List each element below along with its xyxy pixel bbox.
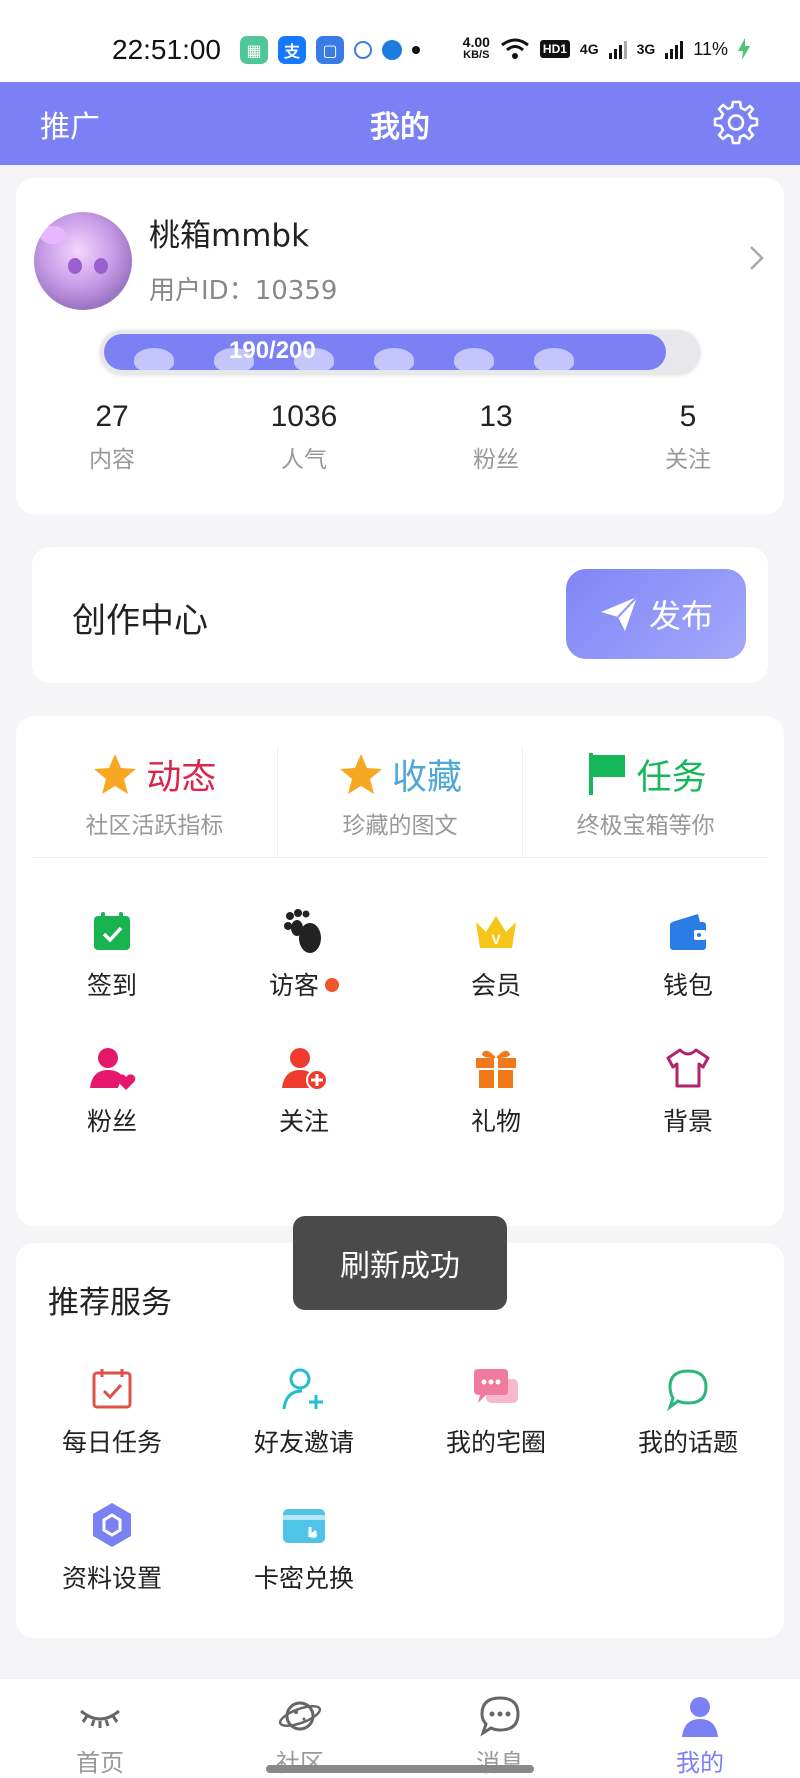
service-my-topics[interactable]: 我的话题 [592,1343,784,1479]
stat-content[interactable]: 27 内容 [16,400,208,474]
feature-activity[interactable]: 动态 社区活跃指标 [32,746,278,857]
quick-action-background[interactable]: 背景 [592,1022,784,1158]
status-time: 22:51:00 [112,34,221,65]
dot-circle-icon [382,40,402,60]
hd-badge: HD1 [539,40,570,58]
visitor-badge [325,978,339,992]
username: 桃箱mmbk [149,218,310,254]
stat-popularity[interactable]: 1036 人气 [208,400,400,474]
creation-center-card: 创作中心 发布 [32,547,768,683]
level-progress-fill: 190/200 [104,334,667,370]
gear-icon[interactable] [712,98,760,146]
quick-action-wallet[interactable]: 钱包 [592,886,784,1022]
ring-icon [354,41,372,59]
hexagon-settings-icon [93,1503,131,1547]
status-right: 4.00 KB/S HD1 4G 3G 11% [462,34,750,62]
eye-lash-icon [80,1709,120,1728]
stat-fans[interactable]: 13 粉丝 [400,400,592,474]
signal-bars-icon [608,41,627,59]
crown-icon: V [476,916,516,948]
star-icon [94,754,137,794]
card-icon [283,1509,325,1543]
service-my-circle[interactable]: 我的宅圈 [400,1343,592,1479]
signal-3g: 3G [636,41,656,57]
tab-community[interactable]: 社区 [200,1679,400,1778]
user-heart-icon [90,1048,136,1090]
page-title: 我的 [370,110,430,145]
signal-4g: 4G [579,41,599,57]
service-card-redeem[interactable]: 卡密兑换 [208,1479,400,1615]
wifi-icon [500,38,529,59]
quick-action-follow[interactable]: 关注 [208,1022,400,1158]
service-daily-tasks[interactable]: 每日任务 [16,1343,208,1479]
app-notification-icon: ▦ [240,36,268,64]
features-card: 动态 社区活跃指标 收藏 珍藏的图文 任务 终极宝箱等你 签到 访客 V 会员 … [16,716,784,1226]
feature-tasks[interactable]: 任务 终极宝箱等你 [523,746,768,857]
paper-plane-icon [600,596,638,631]
refresh-toast: 刷新成功 [293,1216,507,1310]
feature-row: 动态 社区活跃指标 收藏 珍藏的图文 任务 终极宝箱等你 [32,746,768,858]
tab-messages[interactable]: 消息 [400,1679,600,1778]
message-icon [480,1696,520,1737]
battery-percent: 11% [693,38,728,59]
service-invite-friends[interactable]: 好友邀请 [208,1343,400,1479]
user-invite-icon [282,1368,323,1410]
svg-text:V: V [491,931,501,947]
level-progress-text: 190/200 [229,337,316,364]
net-speed: 4.00 KB/S [462,34,490,61]
services-title: 推荐服务 [48,1285,172,1321]
avatar[interactable] [34,212,132,310]
quick-action-vip[interactable]: V 会员 [400,886,592,1022]
tab-mine[interactable]: 我的 [600,1679,800,1778]
bottom-tab-bar: 首页 社区 消息 我的 [0,1678,800,1778]
alipay-icon: 支 [278,36,306,64]
quick-action-checkin[interactable]: 签到 [16,886,208,1022]
service-profile-settings[interactable]: 资料设置 [16,1479,208,1615]
user-id: 用户ID：10359 [149,276,338,306]
charging-icon [738,38,750,60]
quick-action-gift[interactable]: 礼物 [400,1022,592,1158]
tshirt-icon [666,1048,710,1088]
chevron-right-icon[interactable] [748,244,766,272]
status-bar: 22:51:00 ▦ 支 ▢ 4.00 KB/S HD1 4G 3G 11% [0,0,800,82]
speech-bubble-icon [667,1369,708,1412]
user-add-icon [282,1048,328,1091]
profile-stats: 27 内容 1036 人气 13 粉丝 5 关注 [16,400,784,474]
feature-favorites[interactable]: 收藏 珍藏的图文 [278,746,524,857]
profile-card[interactable]: 桃箱mmbk 用户ID：10359 190/200 27 内容 1036 人气 … [16,178,784,514]
notification-dot-icon [412,46,420,54]
creation-center-title: 创作中心 [72,601,208,641]
wallet-icon [670,914,706,950]
status-app-icons: ▦ 支 ▢ [240,36,420,64]
chat-bubbles-icon [474,1369,518,1403]
tab-home[interactable]: 首页 [0,1679,200,1778]
footprint-icon [284,909,321,953]
quick-action-fans[interactable]: 粉丝 [16,1022,208,1158]
quick-actions-grid: 签到 访客 V 会员 钱包 粉丝 关注 礼物 背景 [16,886,784,1158]
publish-button[interactable]: 发布 [566,569,746,659]
top-nav-bar: 推广 我的 [0,82,800,165]
flag-icon [588,753,625,795]
calendar-task-icon [92,1369,132,1409]
app-square-icon: ▢ [316,36,344,64]
calendar-check-icon [94,912,130,950]
services-grid: 每日任务 好友邀请 我的宅圈 我的话题 资料设置 卡密兑换 [16,1343,784,1615]
signal-bars-icon [665,41,684,59]
star-icon [340,754,382,794]
planet-icon [278,1701,322,1731]
quick-action-visitors[interactable]: 访客 [208,886,400,1022]
stat-following[interactable]: 5 关注 [592,400,784,474]
gift-icon [476,1050,516,1088]
person-icon [682,1697,718,1737]
home-indicator[interactable] [266,1765,534,1773]
level-progress-bar: 190/200 [100,330,700,374]
